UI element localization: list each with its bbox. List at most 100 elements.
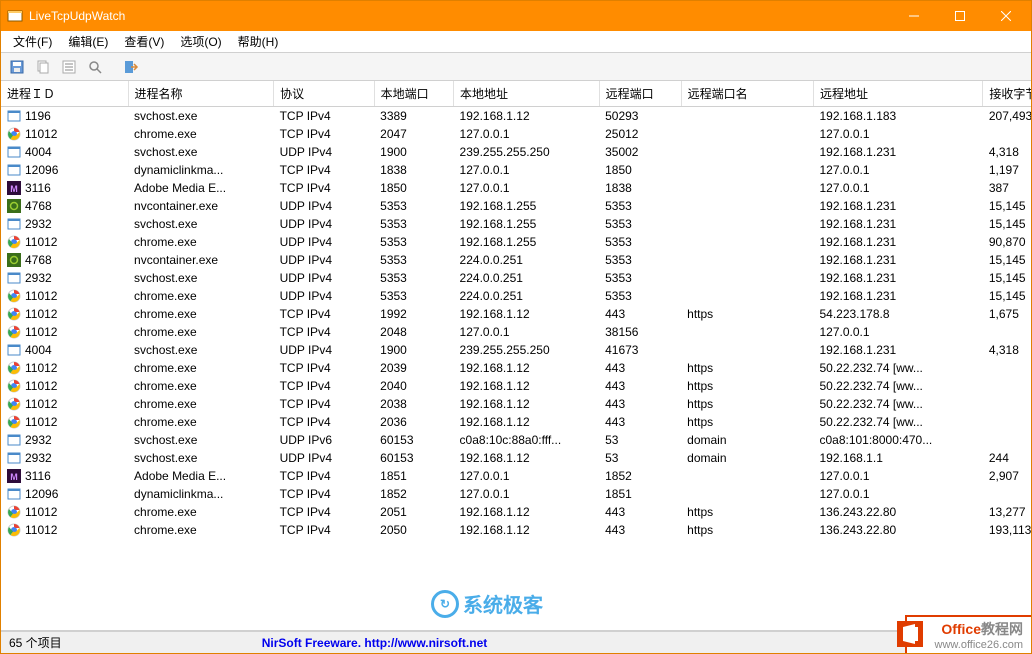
- process-icon: [7, 217, 21, 231]
- cell-raddr: 192.168.1.183: [813, 107, 982, 126]
- process-icon: [7, 163, 21, 177]
- cell-rport: 41673: [599, 341, 681, 359]
- table-row[interactable]: 4768nvcontainer.exeUDP IPv45353224.0.0.2…: [1, 251, 1031, 269]
- process-icon: [7, 433, 21, 447]
- column-header[interactable]: 进程ＩＤ: [1, 81, 128, 107]
- cell-rbytes: [983, 125, 1031, 143]
- column-header[interactable]: 远程端口: [599, 81, 681, 107]
- table-row[interactable]: 2932svchost.exeUDP IPv45353192.168.1.255…: [1, 215, 1031, 233]
- cell-laddr: 192.168.1.12: [454, 413, 600, 431]
- save-icon[interactable]: [5, 55, 29, 79]
- table-row[interactable]: 11012chrome.exeTCP IPv42050192.168.1.124…: [1, 521, 1031, 539]
- table-row[interactable]: 11012chrome.exeTCP IPv42047127.0.0.12501…: [1, 125, 1031, 143]
- table-row[interactable]: 11012chrome.exeTCP IPv41992192.168.1.124…: [1, 305, 1031, 323]
- table-row[interactable]: M3116Adobe Media E...TCP IPv41850127.0.0…: [1, 179, 1031, 197]
- process-icon: [7, 343, 21, 357]
- cell-rport: 443: [599, 377, 681, 395]
- table-row[interactable]: 11012chrome.exeTCP IPv42040192.168.1.124…: [1, 377, 1031, 395]
- table-row[interactable]: 12096dynamiclinkma...TCP IPv41852127.0.0…: [1, 485, 1031, 503]
- menu-edit[interactable]: 编辑(E): [60, 31, 116, 52]
- table-row[interactable]: 2932svchost.exeUDP IPv660153c0a8:10c:88a…: [1, 431, 1031, 449]
- column-header[interactable]: 本地端口: [374, 81, 453, 107]
- cell-lport: 60153: [374, 431, 453, 449]
- cell-rport: 35002: [599, 143, 681, 161]
- cell-pname: chrome.exe: [128, 359, 274, 377]
- menu-view[interactable]: 查看(V): [116, 31, 172, 52]
- process-icon: [7, 307, 21, 321]
- table-container[interactable]: 进程ＩＤ进程名称协议本地端口本地地址远程端口远程端口名远程地址接收字节数发送字节…: [1, 81, 1031, 631]
- close-button[interactable]: [983, 1, 1029, 31]
- cell-proto: UDP IPv4: [274, 287, 375, 305]
- table-row[interactable]: M3116Adobe Media E...TCP IPv41851127.0.0…: [1, 467, 1031, 485]
- table-row[interactable]: 11012chrome.exeTCP IPv42036192.168.1.124…: [1, 413, 1031, 431]
- cell-pid: 11012: [1, 305, 128, 323]
- table-row[interactable]: 1196svchost.exeTCP IPv43389192.168.1.125…: [1, 107, 1031, 126]
- maximize-button[interactable]: [937, 1, 983, 31]
- cell-raddr: 127.0.0.1: [813, 125, 982, 143]
- menu-options[interactable]: 选项(O): [172, 31, 229, 52]
- table-row[interactable]: 11012chrome.exeTCP IPv42039192.168.1.124…: [1, 359, 1031, 377]
- cell-proto: TCP IPv4: [274, 377, 375, 395]
- cell-rbytes: 193,113: [983, 521, 1031, 539]
- cell-pname: chrome.exe: [128, 125, 274, 143]
- cell-pname: chrome.exe: [128, 395, 274, 413]
- table-row[interactable]: 11012chrome.exeTCP IPv42051192.168.1.124…: [1, 503, 1031, 521]
- cell-pid: 12096: [1, 161, 128, 179]
- cell-raddr: 50.22.232.74 [ww...: [813, 377, 982, 395]
- cell-rpname: [681, 251, 813, 269]
- cell-rpname: [681, 179, 813, 197]
- cell-lport: 1850: [374, 179, 453, 197]
- cell-pid: 11012: [1, 503, 128, 521]
- cell-proto: TCP IPv4: [274, 305, 375, 323]
- table-row[interactable]: 11012chrome.exeTCP IPv42038192.168.1.124…: [1, 395, 1031, 413]
- cell-pid: 11012: [1, 521, 128, 539]
- cell-lport: 3389: [374, 107, 453, 126]
- cell-rpname: [681, 143, 813, 161]
- badge-url: www.office26.com: [935, 639, 1023, 651]
- cell-laddr: 192.168.1.12: [454, 395, 600, 413]
- cell-raddr: 192.168.1.231: [813, 341, 982, 359]
- menu-help[interactable]: 帮助(H): [230, 31, 287, 52]
- copy-icon[interactable]: [31, 55, 55, 79]
- cell-pname: chrome.exe: [128, 521, 274, 539]
- cell-lport: 1900: [374, 143, 453, 161]
- cell-laddr: 192.168.1.12: [454, 107, 600, 126]
- menu-file[interactable]: 文件(F): [5, 31, 60, 52]
- cell-pname: chrome.exe: [128, 413, 274, 431]
- table-row[interactable]: 4768nvcontainer.exeUDP IPv45353192.168.1…: [1, 197, 1031, 215]
- column-header[interactable]: 远程端口名: [681, 81, 813, 107]
- cell-pid: M3116: [1, 179, 128, 197]
- exit-icon[interactable]: [119, 55, 143, 79]
- column-header[interactable]: 远程地址: [813, 81, 982, 107]
- cell-raddr: 50.22.232.74 [ww...: [813, 395, 982, 413]
- column-header[interactable]: 接收字节数: [983, 81, 1031, 107]
- column-header[interactable]: 进程名称: [128, 81, 274, 107]
- cell-lport: 2036: [374, 413, 453, 431]
- find-icon[interactable]: [83, 55, 107, 79]
- cell-rpname: [681, 341, 813, 359]
- table-row[interactable]: 12096dynamiclinkma...TCP IPv41838127.0.0…: [1, 161, 1031, 179]
- properties-icon[interactable]: [57, 55, 81, 79]
- table-row[interactable]: 4004svchost.exeUDP IPv41900239.255.255.2…: [1, 143, 1031, 161]
- watermark-icon: ↻: [431, 590, 459, 618]
- minimize-button[interactable]: [891, 1, 937, 31]
- table-row[interactable]: 2932svchost.exeUDP IPv460153192.168.1.12…: [1, 449, 1031, 467]
- table-row[interactable]: 11012chrome.exeUDP IPv45353224.0.0.25153…: [1, 287, 1031, 305]
- cell-pid: 11012: [1, 395, 128, 413]
- process-icon: [7, 127, 21, 141]
- table-row[interactable]: 4004svchost.exeUDP IPv41900239.255.255.2…: [1, 341, 1031, 359]
- cell-pid: 11012: [1, 287, 128, 305]
- cell-lport: 5353: [374, 287, 453, 305]
- cell-pid: 4768: [1, 251, 128, 269]
- cell-pname: nvcontainer.exe: [128, 251, 274, 269]
- cell-lport: 5353: [374, 269, 453, 287]
- column-header[interactable]: 协议: [274, 81, 375, 107]
- cell-pid: 2932: [1, 269, 128, 287]
- table-row[interactable]: 2932svchost.exeUDP IPv45353224.0.0.25153…: [1, 269, 1031, 287]
- status-credit[interactable]: NirSoft Freeware. http://www.nirsoft.net: [262, 636, 488, 650]
- titlebar[interactable]: LiveTcpUdpWatch: [1, 1, 1031, 31]
- table-row[interactable]: 11012chrome.exeUDP IPv45353192.168.1.255…: [1, 233, 1031, 251]
- cell-raddr: 127.0.0.1: [813, 161, 982, 179]
- column-header[interactable]: 本地地址: [454, 81, 600, 107]
- table-row[interactable]: 11012chrome.exeTCP IPv42048127.0.0.13815…: [1, 323, 1031, 341]
